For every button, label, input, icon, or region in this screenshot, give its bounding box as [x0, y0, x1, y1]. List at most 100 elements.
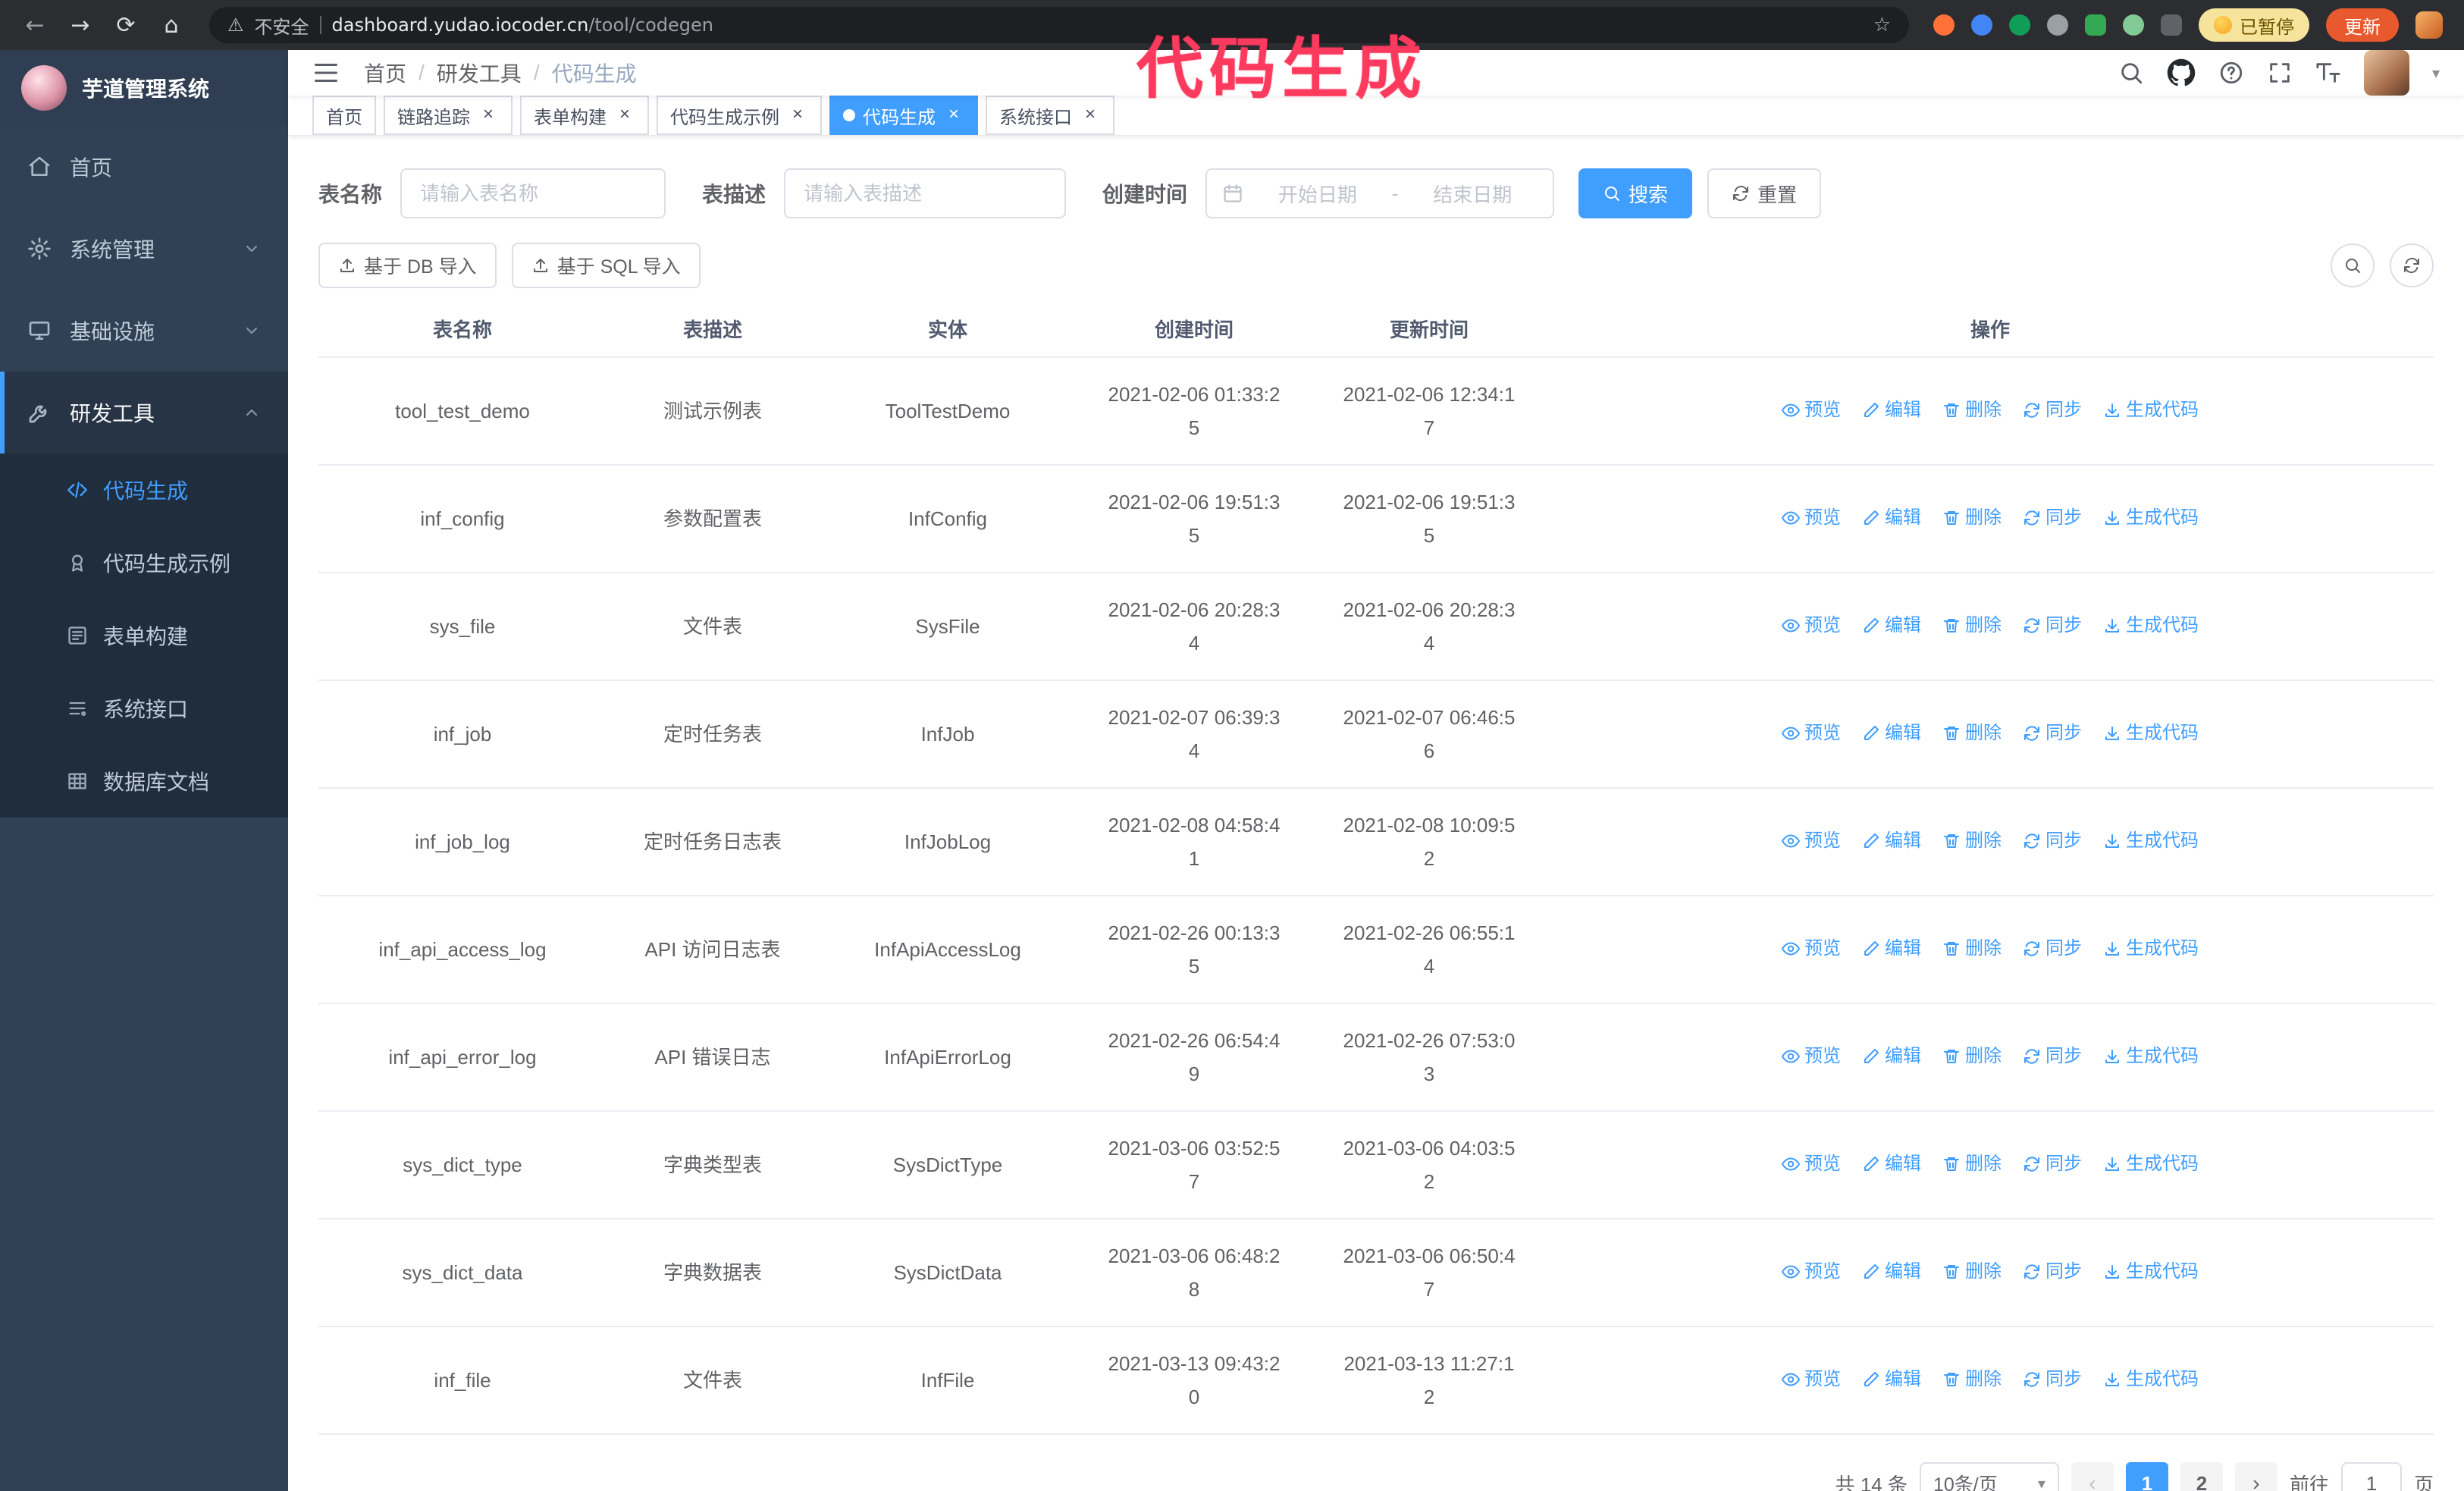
row-action-edit[interactable]: 编辑 [1862, 824, 1921, 858]
extension-icon[interactable] [2085, 14, 2106, 36]
row-action-sync[interactable]: 同步 [2023, 1363, 2082, 1396]
goto-page-input[interactable] [2340, 1462, 2402, 1491]
sidebar-subitem-2[interactable]: 表单构建 [0, 599, 288, 672]
row-action-delete[interactable]: 删除 [1942, 394, 2002, 427]
close-icon[interactable]: × [787, 105, 808, 126]
fullscreen-icon[interactable] [2267, 60, 2293, 86]
row-action-delete[interactable]: 删除 [1942, 717, 2002, 750]
row-action-edit[interactable]: 编辑 [1862, 1147, 1921, 1181]
row-action-eye[interactable]: 预览 [1782, 1363, 1841, 1396]
page-size-select[interactable]: 10条/页 ▾ [1919, 1462, 2059, 1491]
sidebar-subitem-0[interactable]: 代码生成 [0, 454, 288, 526]
sidebar-subitem-4[interactable]: 数据库文档 [0, 745, 288, 818]
breadcrumb-item[interactable]: 研发工具 [437, 58, 522, 88]
row-action-sync[interactable]: 同步 [2023, 501, 2082, 535]
row-action-edit[interactable]: 编辑 [1862, 609, 1921, 642]
sidebar-item-0[interactable]: 首页 [0, 126, 288, 208]
back-icon[interactable]: ← [15, 5, 55, 45]
row-action-delete[interactable]: 删除 [1942, 1040, 2002, 1073]
github-icon[interactable] [2167, 58, 2196, 87]
tab-4[interactable]: 代码生成 × [829, 96, 978, 135]
row-action-edit[interactable]: 编辑 [1862, 501, 1921, 535]
row-action-delete[interactable]: 删除 [1942, 609, 2002, 642]
row-action-sync[interactable]: 同步 [2023, 717, 2082, 750]
reload-icon[interactable]: ⟳ [106, 5, 146, 45]
page-number-1[interactable]: 1 [2125, 1462, 2168, 1491]
row-action-generate[interactable]: 生成代码 [2103, 932, 2199, 965]
row-action-delete[interactable]: 删除 [1942, 1255, 2002, 1289]
extension-icon[interactable] [1971, 14, 1992, 36]
row-action-eye[interactable]: 预览 [1782, 394, 1841, 427]
row-action-edit[interactable]: 编辑 [1862, 1255, 1921, 1289]
bookmark-star-icon[interactable]: ☆ [1873, 14, 1891, 36]
tab-1[interactable]: 链路追踪 × [384, 96, 513, 135]
row-action-edit[interactable]: 编辑 [1862, 932, 1921, 965]
row-action-delete[interactable]: 删除 [1942, 932, 2002, 965]
next-page-button[interactable]: › [2234, 1462, 2277, 1491]
user-avatar[interactable] [2363, 50, 2409, 96]
search-button[interactable]: 搜索 [1578, 168, 1693, 218]
help-icon[interactable] [2218, 60, 2244, 86]
profile-avatar[interactable] [2415, 11, 2443, 39]
toggle-search-button[interactable] [2331, 243, 2375, 287]
row-action-eye[interactable]: 预览 [1782, 609, 1841, 642]
refresh-table-button[interactable] [2390, 243, 2434, 287]
row-action-eye[interactable]: 预览 [1782, 1147, 1841, 1181]
row-action-sync[interactable]: 同步 [2023, 932, 2082, 965]
prev-page-button[interactable]: ‹ [2071, 1462, 2114, 1491]
row-action-edit[interactable]: 编辑 [1862, 1040, 1921, 1073]
extension-icon[interactable] [1933, 14, 1955, 36]
row-action-delete[interactable]: 删除 [1942, 1363, 2002, 1396]
breadcrumb-item[interactable]: 首页 [364, 58, 406, 88]
close-icon[interactable]: × [943, 105, 964, 126]
row-action-edit[interactable]: 编辑 [1862, 717, 1921, 750]
extension-icon[interactable] [2123, 14, 2144, 36]
table-name-input[interactable] [400, 168, 666, 218]
sidebar-item-2[interactable]: 基础设施 [0, 290, 288, 372]
sidebar-item-1[interactable]: 系统管理 [0, 208, 288, 290]
row-action-generate[interactable]: 生成代码 [2103, 1147, 2199, 1181]
row-action-delete[interactable]: 删除 [1942, 1147, 2002, 1181]
tab-0[interactable]: 首页 [312, 96, 376, 135]
search-icon[interactable] [2118, 60, 2144, 86]
row-action-generate[interactable]: 生成代码 [2103, 394, 2199, 427]
puzzle-extension-icon[interactable] [2161, 14, 2182, 36]
sidebar-subitem-1[interactable]: 代码生成示例 [0, 526, 288, 599]
row-action-sync[interactable]: 同步 [2023, 1147, 2082, 1181]
tab-5[interactable]: 系统接口 × [986, 96, 1114, 135]
row-action-generate[interactable]: 生成代码 [2103, 609, 2199, 642]
page-number-2[interactable]: 2 [2180, 1462, 2223, 1491]
url-bar[interactable]: ⚠ 不安全 dashboard.yudao.iocoder.cn/tool/co… [209, 7, 1909, 43]
paused-badge[interactable]: 已暂停 [2199, 8, 2309, 42]
chevron-down-icon[interactable]: ▾ [2432, 64, 2440, 83]
row-action-sync[interactable]: 同步 [2023, 394, 2082, 427]
extension-icon[interactable] [2047, 14, 2068, 36]
tab-3[interactable]: 代码生成示例 × [657, 96, 822, 135]
forward-icon[interactable]: → [61, 5, 100, 45]
sidebar-item-3[interactable]: 研发工具 [0, 372, 288, 454]
close-icon[interactable]: × [478, 105, 499, 126]
row-action-eye[interactable]: 预览 [1782, 932, 1841, 965]
row-action-sync[interactable]: 同步 [2023, 824, 2082, 858]
row-action-delete[interactable]: 删除 [1942, 824, 2002, 858]
row-action-eye[interactable]: 预览 [1782, 501, 1841, 535]
row-action-generate[interactable]: 生成代码 [2103, 1040, 2199, 1073]
row-action-edit[interactable]: 编辑 [1862, 394, 1921, 427]
home-icon[interactable]: ⌂ [152, 5, 191, 45]
row-action-generate[interactable]: 生成代码 [2103, 1363, 2199, 1396]
update-button[interactable]: 更新 [2326, 8, 2399, 42]
close-icon[interactable]: × [614, 105, 635, 126]
import-sql-button[interactable]: 基于 SQL 导入 [511, 243, 701, 288]
app-logo[interactable]: 芋道管理系统 [0, 50, 288, 126]
row-action-generate[interactable]: 生成代码 [2103, 717, 2199, 750]
hamburger-icon[interactable] [312, 59, 340, 86]
security-label[interactable]: 不安全 [255, 12, 309, 39]
sidebar-subitem-3[interactable]: 系统接口 [0, 672, 288, 745]
row-action-delete[interactable]: 删除 [1942, 501, 2002, 535]
close-icon[interactable]: × [1080, 105, 1101, 126]
table-desc-input[interactable] [784, 168, 1067, 218]
row-action-sync[interactable]: 同步 [2023, 609, 2082, 642]
row-action-eye[interactable]: 预览 [1782, 1255, 1841, 1289]
font-size-icon[interactable] [2315, 60, 2341, 86]
row-action-eye[interactable]: 预览 [1782, 824, 1841, 858]
